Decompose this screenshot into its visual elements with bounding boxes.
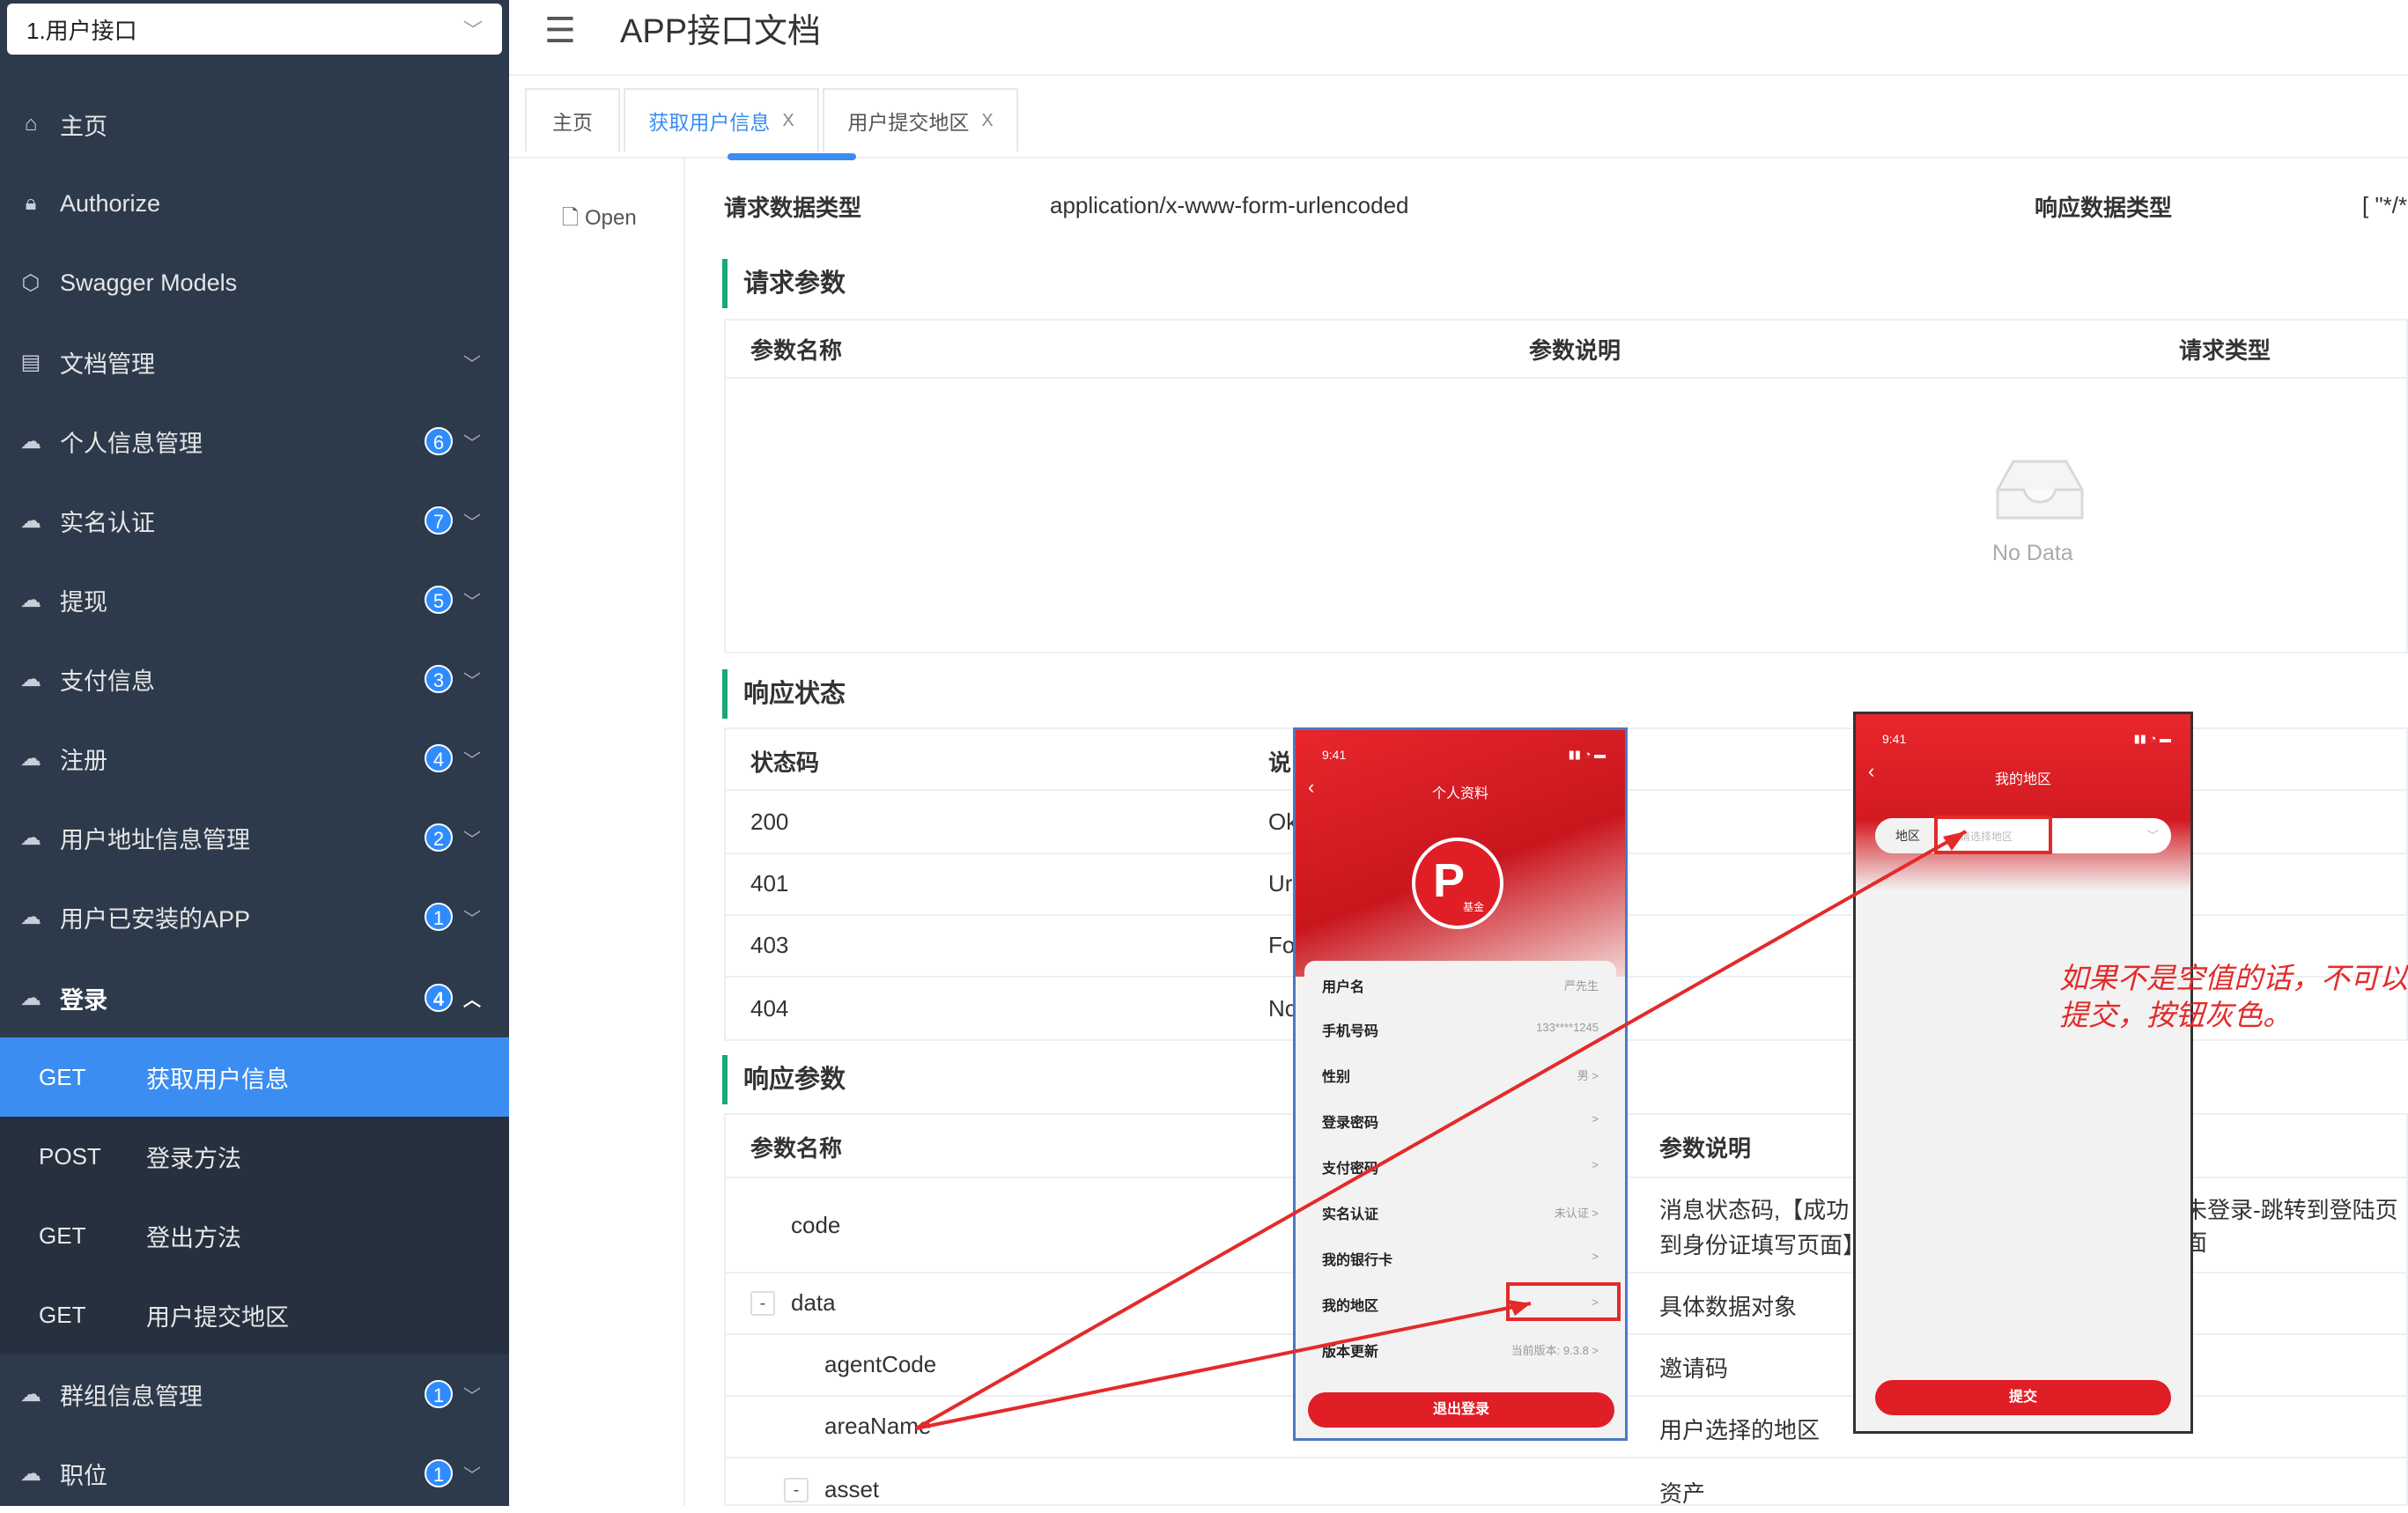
arrow-head [1943, 831, 1966, 851]
annotation-note: 如果不是空值的话，不可以提交，按钮灰色。 [2059, 962, 2408, 1031]
annotation-overlay [915, 816, 2052, 1430]
arrow-to-area-select [915, 830, 1967, 1430]
arrow-to-my-area [915, 1302, 1532, 1430]
highlight-box-my-area [1506, 1282, 1621, 1321]
